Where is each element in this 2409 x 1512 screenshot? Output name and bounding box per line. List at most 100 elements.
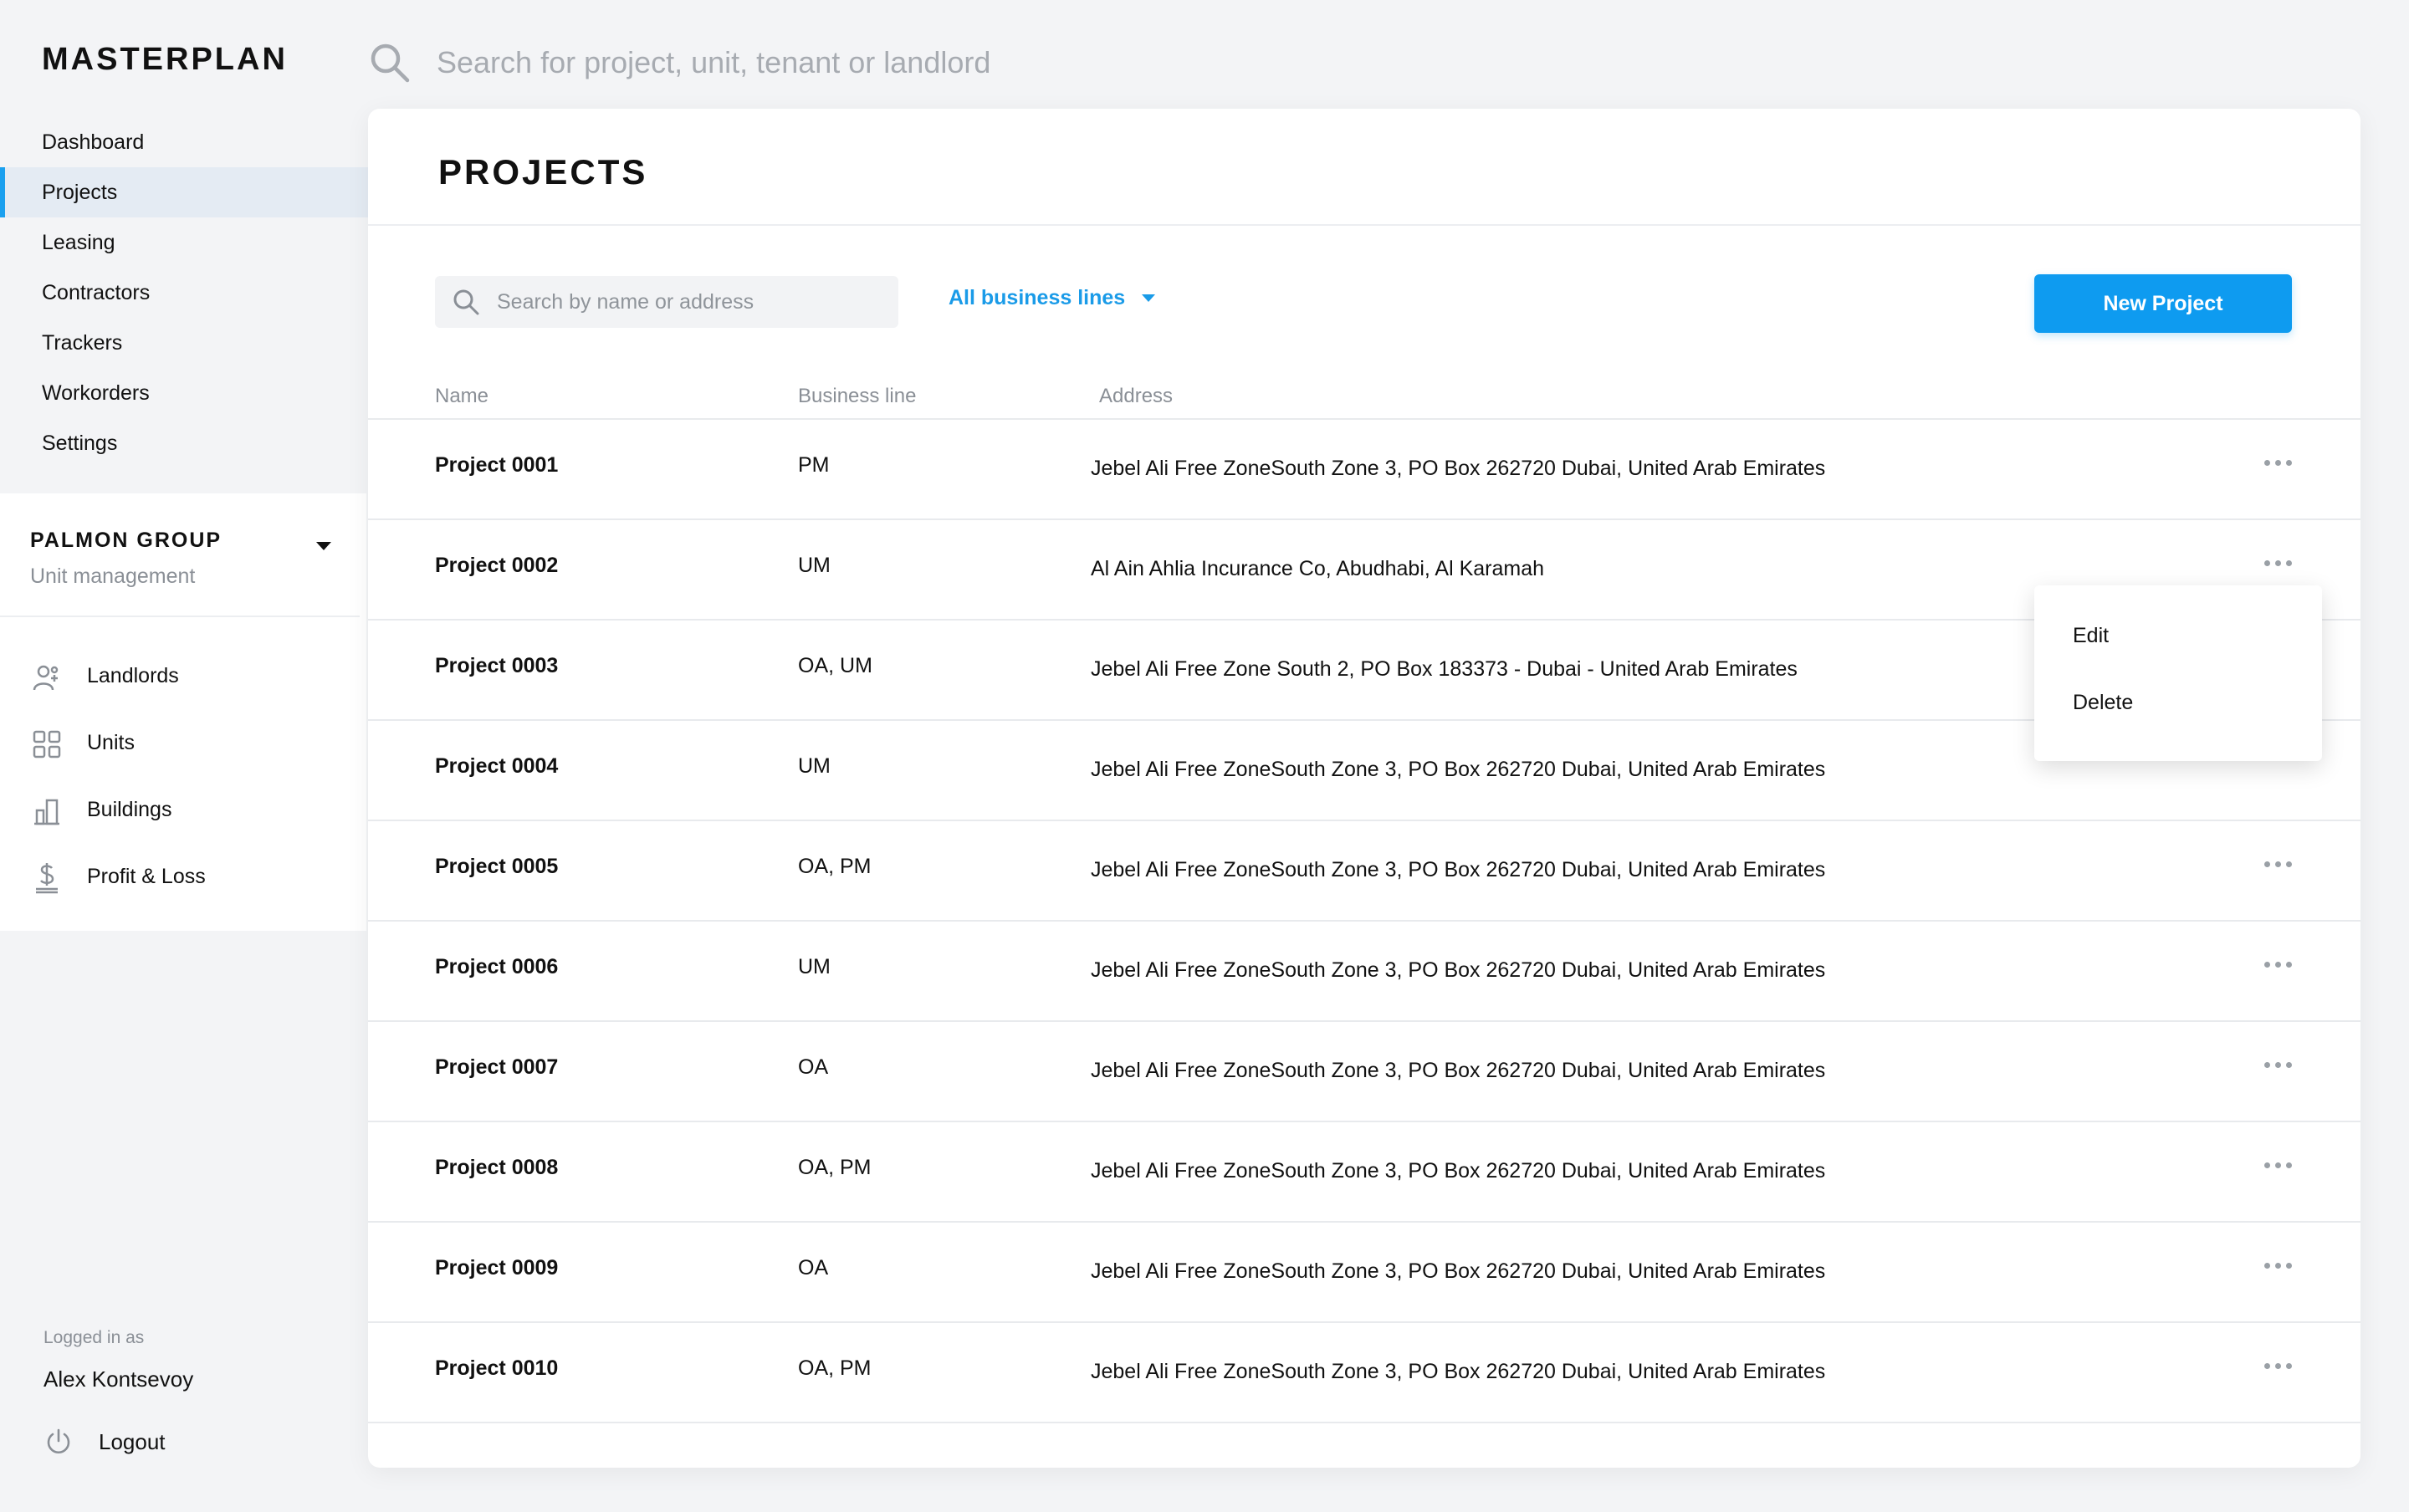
sidebar-item-label: Landlords xyxy=(87,663,179,687)
global-search-input[interactable] xyxy=(437,45,1173,80)
project-business-line: OA, PM xyxy=(798,1356,872,1380)
business-line-filter[interactable]: All business lines xyxy=(949,286,1156,310)
sidebar-item-trackers[interactable]: Trackers xyxy=(0,318,368,368)
project-search-input[interactable] xyxy=(497,289,882,314)
column-header-address[interactable]: Address xyxy=(1099,385,1173,408)
column-header-name[interactable]: Name xyxy=(435,385,488,408)
sidebar-item-buildings[interactable]: Buildings xyxy=(0,776,360,843)
logout-label: Logout xyxy=(99,1428,166,1454)
projects-table-body: Project 0001 PM Jebel Ali Free ZoneSouth… xyxy=(368,420,2360,1423)
table-row[interactable]: Project 0009 OA Jebel Ali Free ZoneSouth… xyxy=(368,1223,2360,1323)
app-logo[interactable]: MASTERPLAN xyxy=(42,42,288,78)
table-row[interactable]: Project 0008 OA, PM Jebel Ali Free ZoneS… xyxy=(368,1122,2360,1223)
table-row[interactable]: Project 0001 PM Jebel Ali Free ZoneSouth… xyxy=(368,420,2360,520)
project-address: Jebel Ali Free ZoneSouth Zone 3, PO Box … xyxy=(1091,758,1826,781)
more-options-icon[interactable] xyxy=(2255,950,2300,978)
project-business-line: OA, PM xyxy=(798,855,872,878)
menu-item-edit[interactable]: Edit xyxy=(2034,602,2322,669)
buildings-icon xyxy=(30,794,64,828)
project-address: Jebel Ali Free ZoneSouth Zone 3, PO Box … xyxy=(1091,1059,1826,1082)
user-name: Alex Kontsevoy xyxy=(43,1366,194,1392)
org-panel: PALMON GROUP Unit management Landlords U… xyxy=(0,493,366,931)
project-address: Jebel Ali Free ZoneSouth Zone 3, PO Box … xyxy=(1091,1360,1826,1383)
project-address: Jebel Ali Free Zone South 2, PO Box 1833… xyxy=(1091,657,1798,681)
project-name[interactable]: Project 0002 xyxy=(435,554,558,578)
logout-button[interactable]: Logout xyxy=(43,1427,166,1457)
logged-in-label: Logged in as xyxy=(43,1328,145,1347)
column-header-business-line[interactable]: Business line xyxy=(798,385,916,408)
sidebar-item-profit-loss[interactable]: Profit & Loss xyxy=(0,843,360,910)
project-name[interactable]: Project 0009 xyxy=(435,1256,558,1280)
more-options-icon[interactable] xyxy=(2255,1050,2300,1079)
project-business-line: OA, UM xyxy=(798,654,872,677)
sidebar-item-leasing[interactable]: Leasing xyxy=(0,217,368,268)
sidebar-item-settings[interactable]: Settings xyxy=(0,418,368,468)
sidebar-nav: Dashboard Projects Leasing Contractors T… xyxy=(0,117,368,468)
sidebar-item-dashboard[interactable]: Dashboard xyxy=(0,117,368,167)
divider xyxy=(368,224,2360,226)
chevron-down-icon xyxy=(316,542,331,550)
sidebar-item-units[interactable]: Units xyxy=(0,709,360,776)
org-subtitle: Unit management xyxy=(30,564,196,588)
project-business-line: UM xyxy=(798,754,831,778)
more-options-icon[interactable] xyxy=(2255,1151,2300,1179)
search-icon xyxy=(452,288,480,316)
new-project-button[interactable]: New Project xyxy=(2034,274,2292,333)
project-address: Jebel Ali Free ZoneSouth Zone 3, PO Box … xyxy=(1091,858,1826,881)
project-search xyxy=(435,276,898,328)
project-business-line: UM xyxy=(798,554,831,577)
more-options-icon[interactable] xyxy=(2255,850,2300,878)
table-row[interactable]: Project 0006 UM Jebel Ali Free ZoneSouth… xyxy=(368,922,2360,1022)
row-context-menu: Edit Delete xyxy=(2034,585,2322,761)
project-address: Jebel Ali Free ZoneSouth Zone 3, PO Box … xyxy=(1091,457,1826,480)
sidebar-item-label: Buildings xyxy=(87,797,172,821)
units-grid-icon xyxy=(30,728,64,761)
chevron-down-icon xyxy=(1142,294,1156,302)
sidebar-item-label: Units xyxy=(87,730,135,754)
dollar-icon xyxy=(30,861,64,895)
project-name[interactable]: Project 0004 xyxy=(435,754,558,779)
more-options-icon[interactable] xyxy=(2255,549,2300,577)
sidebar-item-landlords[interactable]: Landlords xyxy=(0,642,360,709)
project-name[interactable]: Project 0006 xyxy=(435,955,558,979)
business-line-filter-label: All business lines xyxy=(949,286,1126,309)
power-icon xyxy=(43,1427,74,1457)
project-business-line: UM xyxy=(798,955,831,978)
menu-item-delete[interactable]: Delete xyxy=(2034,669,2322,736)
projects-card: PROJECTS All business lines New Project … xyxy=(368,109,2360,1468)
project-address: Al Ain Ahlia Incurance Co, Abudhabi, Al … xyxy=(1091,557,1545,580)
more-options-icon[interactable] xyxy=(2255,1351,2300,1380)
org-name: PALMON GROUP xyxy=(30,529,222,552)
divider xyxy=(0,616,360,617)
project-name[interactable]: Project 0005 xyxy=(435,855,558,879)
project-name[interactable]: Project 0008 xyxy=(435,1156,558,1180)
project-address: Jebel Ali Free ZoneSouth Zone 3, PO Box … xyxy=(1091,958,1826,982)
sidebar-item-projects[interactable]: Projects xyxy=(0,167,368,217)
login-info: Logged in as Alex Kontsevoy xyxy=(43,1328,193,1392)
project-address: Jebel Ali Free ZoneSouth Zone 3, PO Box … xyxy=(1091,1259,1826,1283)
app-root: MASTERPLAN Dashboard Projects Leasing Co… xyxy=(0,0,2409,1512)
sidebar-item-label: Profit & Loss xyxy=(87,864,206,888)
project-business-line: OA xyxy=(798,1055,829,1079)
project-business-line: PM xyxy=(798,453,830,477)
org-switcher[interactable]: PALMON GROUP Unit management xyxy=(30,529,331,604)
page-title: PROJECTS xyxy=(438,152,648,192)
project-name[interactable]: Project 0001 xyxy=(435,453,558,478)
project-name[interactable]: Project 0010 xyxy=(435,1356,558,1381)
search-icon xyxy=(368,41,412,84)
table-row[interactable]: Project 0007 OA Jebel Ali Free ZoneSouth… xyxy=(368,1022,2360,1122)
project-business-line: OA xyxy=(798,1256,829,1280)
table-row[interactable]: Project 0005 OA, PM Jebel Ali Free ZoneS… xyxy=(368,821,2360,922)
more-options-icon[interactable] xyxy=(2255,448,2300,477)
table-header: Name Business line Address xyxy=(368,385,2360,418)
project-name[interactable]: Project 0003 xyxy=(435,654,558,678)
project-address: Jebel Ali Free ZoneSouth Zone 3, PO Box … xyxy=(1091,1159,1826,1183)
project-business-line: OA, PM xyxy=(798,1156,872,1179)
org-links: Landlords Units Buildings Profit & Loss xyxy=(0,642,360,910)
more-options-icon[interactable] xyxy=(2255,1251,2300,1280)
table-row[interactable]: Project 0010 OA, PM Jebel Ali Free ZoneS… xyxy=(368,1323,2360,1423)
sidebar-item-workorders[interactable]: Workorders xyxy=(0,368,368,418)
landlords-icon xyxy=(30,661,64,694)
project-name[interactable]: Project 0007 xyxy=(435,1055,558,1080)
sidebar-item-contractors[interactable]: Contractors xyxy=(0,268,368,318)
